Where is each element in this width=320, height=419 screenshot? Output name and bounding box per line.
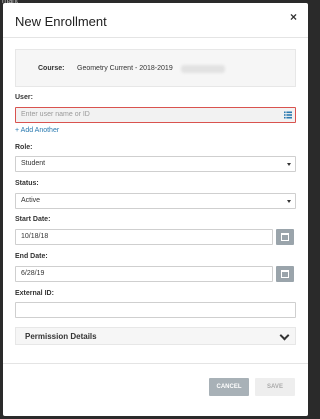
end-date-label: End Date:	[15, 253, 48, 260]
close-icon[interactable]: ×	[290, 10, 297, 24]
role-label: Role:	[15, 144, 33, 151]
end-date-input[interactable]: 6/28/19	[15, 266, 273, 282]
user-input-placeholder: Enter user name or ID	[21, 111, 90, 118]
role-select[interactable]: Student	[15, 156, 296, 172]
add-another-link[interactable]: + Add Another	[15, 127, 59, 134]
start-date-label: Start Date:	[15, 216, 51, 223]
save-button[interactable]: SAVE	[255, 378, 295, 396]
course-info-box: Course: Geometry Current - 2018-2019	[15, 49, 296, 87]
redacted-text	[181, 65, 225, 73]
end-date-calendar-button[interactable]	[276, 266, 294, 282]
start-date-value: 10/18/18	[21, 233, 49, 240]
user-search-input[interactable]: Enter user name or ID	[15, 107, 296, 123]
status-select[interactable]: Active	[15, 193, 296, 209]
start-date-calendar-button[interactable]	[276, 229, 294, 245]
new-enrollment-modal: New Enrollment × Course: Geometry Curren…	[3, 3, 308, 416]
external-id-label: External ID:	[15, 290, 54, 297]
permission-details-accordion[interactable]: Permission Details	[15, 327, 296, 345]
list-icon[interactable]	[284, 111, 292, 119]
calendar-icon	[281, 270, 289, 278]
role-value: Student	[21, 160, 46, 167]
end-date-value: 6/28/19	[21, 270, 45, 277]
caret-down-icon	[287, 200, 291, 203]
course-label: Course:	[38, 65, 65, 72]
status-label: Status:	[15, 180, 39, 187]
chevron-down-icon	[279, 330, 290, 341]
status-value: Active	[21, 197, 41, 204]
course-value: Geometry Current - 2018-2019	[77, 65, 173, 72]
caret-down-icon	[287, 163, 291, 166]
calendar-icon	[281, 233, 289, 241]
header-divider	[3, 37, 308, 38]
footer-divider	[3, 363, 308, 364]
external-id-input[interactable]	[15, 302, 296, 318]
user-label: User:	[15, 94, 33, 101]
modal-title: New Enrollment	[15, 14, 107, 29]
start-date-input[interactable]: 10/18/18	[15, 229, 273, 245]
permission-details-label: Permission Details	[25, 332, 97, 341]
cancel-button[interactable]: CANCEL	[209, 378, 249, 396]
